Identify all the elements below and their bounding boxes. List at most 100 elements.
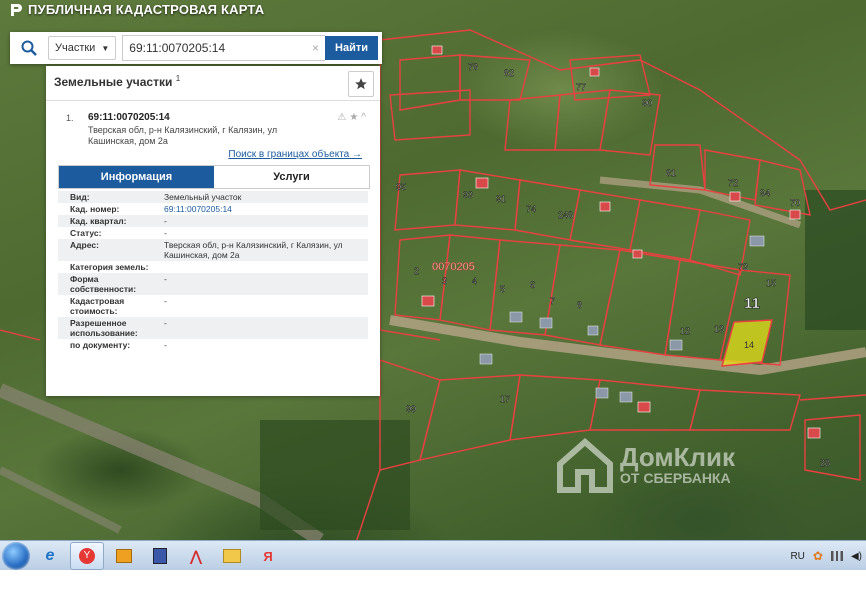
parcel-label: 8 — [577, 300, 582, 310]
parcel-label: 2 — [414, 266, 419, 276]
app-title: ПУБЛИЧНАЯ КАДАСТРОВАЯ КАРТА — [10, 2, 264, 17]
start-button[interactable] — [2, 542, 30, 570]
parcel-label: 17 — [500, 394, 510, 404]
media-player-icon[interactable] — [108, 543, 140, 569]
parcel-label: 94 — [760, 188, 770, 198]
info-key: Статус: — [70, 228, 102, 238]
info-key: Кад. квартал: — [70, 216, 127, 226]
parcel-label: 77 — [576, 82, 586, 92]
parcel-label: 3 — [442, 276, 447, 286]
info-key: Разрешенное использование: — [70, 318, 138, 338]
tab-services[interactable]: Услуги — [214, 166, 369, 188]
info-row: по документу: - — [58, 339, 368, 351]
pdf-reader-icon[interactable]: ⋀ — [180, 543, 212, 569]
quarter-label: 0070205 — [432, 261, 475, 273]
info-value: - — [164, 296, 167, 306]
parcel-label: 95 — [396, 182, 406, 192]
parcel-label: 99 — [406, 404, 416, 414]
yandex-icon[interactable]: Я — [252, 543, 284, 569]
logo-icon — [11, 3, 22, 16]
parcel-label: 91 — [496, 194, 506, 204]
watermark-main: ДомКлик — [620, 442, 735, 472]
flower-icon[interactable]: ✿ — [813, 549, 823, 563]
watermark-sub: ОТ СБЕРБАНКА — [620, 470, 731, 486]
info-value: Тверская обл, р-н Калязинский, г Калязин… — [164, 240, 343, 260]
search-bar: Участки ▼ 69:11:0070205:14 × Найти — [10, 32, 382, 64]
domclick-logo-icon — [557, 438, 613, 493]
info-tabs: Информация Услуги — [58, 165, 370, 189]
parcel-label: 5 — [500, 284, 505, 294]
info-row: Статус: - — [58, 227, 368, 239]
parcel-label: 81 — [666, 168, 676, 178]
language-indicator[interactable]: RU — [790, 551, 804, 562]
search-in-bounds-link[interactable]: Поиск в границах объекта → — [228, 149, 362, 160]
parcel-label: 78 — [468, 62, 478, 72]
folder-icon[interactable] — [216, 543, 248, 569]
block-label: 11 — [744, 295, 760, 312]
volume-icon[interactable]: ◀) — [851, 551, 862, 562]
parcel-label: 6 — [530, 280, 535, 290]
parcel-label: 73 — [738, 262, 748, 272]
search-query: 69:11:0070205:14 — [129, 41, 226, 55]
info-value: - — [164, 318, 167, 328]
search-type-select[interactable]: Участки ▼ — [48, 36, 117, 60]
info-value: - — [164, 228, 167, 238]
parcel-label: 72 — [728, 178, 738, 188]
parcel-label: 90 — [642, 98, 652, 108]
domclick-watermark: ДомКлик ОТ СБЕРБАНКА — [556, 436, 735, 494]
chevron-up-icon[interactable]: ^ — [361, 112, 366, 123]
panel-title-text: Земельные участки — [54, 75, 173, 89]
windows-taskbar: e Y ⋀ Я RU ✿ ◀) — [0, 540, 866, 571]
network-icon[interactable] — [830, 551, 843, 561]
info-row: Вид: Земельный участок — [58, 191, 368, 203]
info-key: Вид: — [70, 192, 90, 202]
info-row: Адрес: Тверская обл, р-н Калязинский, г К… — [58, 239, 368, 261]
info-key: Форма собственности: — [70, 274, 137, 294]
star-icon[interactable]: ★ — [349, 112, 358, 123]
info-value: - — [164, 340, 167, 350]
info-row: Кад. квартал: - — [58, 215, 368, 227]
info-key: Адрес: — [70, 240, 99, 250]
info-row: Форма собственности: - — [58, 273, 368, 295]
info-value: Земельный участок — [164, 192, 242, 202]
info-row: Категория земель: — [58, 261, 368, 273]
info-value — [160, 261, 368, 273]
search-icon[interactable] — [10, 32, 48, 64]
yandex-browser-icon[interactable]: Y — [70, 542, 104, 570]
result-cadastral-id[interactable]: 69:11:0070205:14 — [88, 112, 170, 123]
app-title-text: ПУБЛИЧНАЯ КАДАСТРОВАЯ КАРТА — [28, 2, 265, 17]
parcel-label: 248 — [558, 210, 573, 220]
clear-icon[interactable]: × — [312, 41, 319, 55]
result-actions: ⚠ ★ ^ — [337, 112, 366, 123]
parcel-label: 15 — [766, 278, 776, 288]
info-key: Кадастровая стоимость: — [70, 296, 125, 316]
star-icon — [355, 78, 367, 90]
parcel-label: 4 — [472, 276, 477, 286]
parcel-label: 28 — [820, 458, 830, 468]
search-type-label: Участки — [55, 42, 96, 54]
info-key: Категория земель: — [70, 262, 149, 272]
tab-information[interactable]: Информация — [59, 166, 214, 188]
result-address: Тверская обл, р-н Калязинский, г Калязин… — [88, 125, 278, 146]
system-tray: RU ✿ ◀) — [790, 541, 862, 571]
find-button[interactable]: Найти — [325, 36, 378, 60]
info-row: Кадастровая стоимость: - — [58, 295, 368, 317]
ie-icon[interactable]: e — [34, 543, 66, 569]
parcel-label: 7 — [550, 296, 555, 306]
parcel-label: 13 — [714, 324, 724, 334]
search-input[interactable]: 69:11:0070205:14 × — [122, 35, 326, 61]
parcel-label: 70 — [790, 198, 800, 208]
favorites-button[interactable] — [348, 71, 374, 97]
archive-icon[interactable] — [144, 543, 176, 569]
info-key: Кад. номер: — [70, 204, 120, 214]
cadastral-number-link[interactable]: 69:11:0070205:14 — [160, 203, 368, 215]
info-row: Кад. номер: 69:11:0070205:14 — [58, 203, 368, 215]
warning-icon[interactable]: ⚠ — [337, 112, 346, 123]
info-value: - — [164, 274, 167, 284]
chevron-down-icon: ▼ — [101, 43, 110, 53]
highlight-parcel-label: 14 — [744, 340, 754, 350]
parcel-label: 93 — [463, 190, 473, 200]
parcel-label: 82 — [504, 68, 514, 78]
results-panel: Земельные участки 1 1. 69:11:0070205:14 … — [46, 66, 380, 396]
info-key: по документу: — [70, 340, 131, 350]
